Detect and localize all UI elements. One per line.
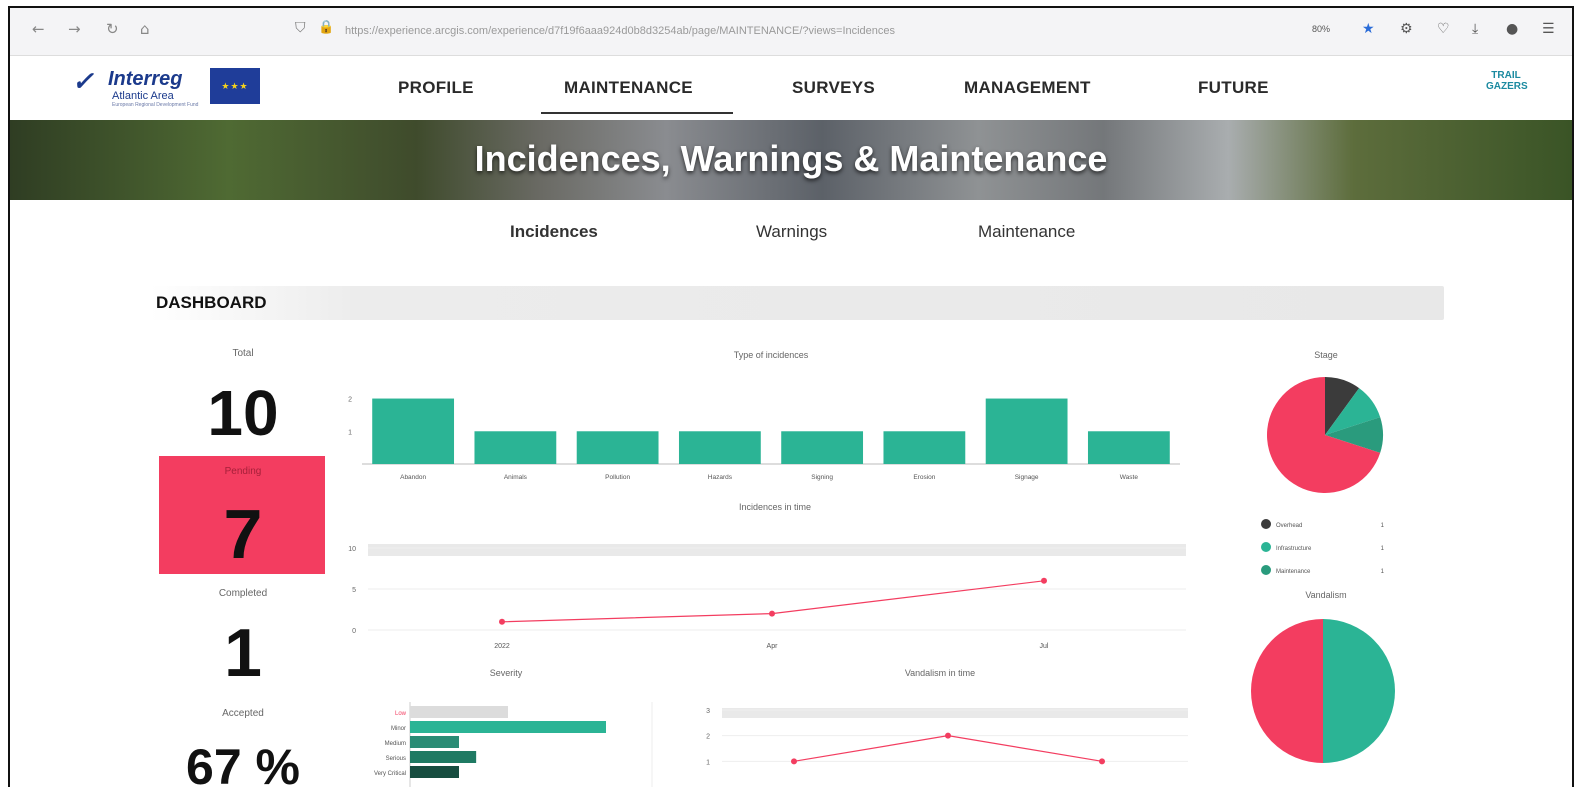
- line-chart-title: Incidences in time: [739, 502, 811, 512]
- bar-7: [1087, 431, 1170, 464]
- category-label: Low: [395, 711, 407, 717]
- vandalism-pie-slice-0: [1323, 619, 1395, 763]
- vandalism-pie-slice-1: [1251, 619, 1323, 763]
- y-tick-label: 1: [348, 429, 352, 436]
- bar-6: [985, 398, 1068, 464]
- legend-label: Maintenance: [1276, 569, 1311, 575]
- x-tick-label: Signing: [811, 474, 833, 481]
- category-label: Serious: [386, 756, 406, 762]
- bar-3: [678, 431, 761, 464]
- severity-bar-0: [410, 706, 508, 718]
- charts-layer: Type of incidences 1 2 Abandon Animals Pollut…: [348, 350, 1395, 787]
- data-point-0: [791, 758, 797, 765]
- x-tick-label: Pollution: [605, 474, 630, 481]
- browser-window: ← → ↻ ⌂ ⛉ 🔒 https://experience.arcgis.co…: [8, 6, 1574, 787]
- vandalism-pie-title: Vandalism: [1305, 590, 1346, 600]
- severity-bar-3: [410, 751, 477, 763]
- y-tick-label: 3: [706, 708, 710, 715]
- stage-pie-title: Stage: [1314, 350, 1338, 360]
- bar-0: [372, 398, 455, 464]
- data-point-1: [769, 610, 775, 617]
- x-tick-label: Jul: [1040, 643, 1049, 650]
- data-point-0: [499, 618, 505, 625]
- x-tick-label: 2022: [494, 643, 510, 650]
- x-tick-label: Animals: [504, 474, 528, 481]
- y-tick-label: 2: [706, 734, 710, 741]
- x-tick-label: Waste: [1120, 474, 1139, 481]
- x-tick-label: Hazards: [708, 474, 733, 481]
- data-point-2: [1041, 577, 1047, 584]
- x-tick-label: Abandon: [400, 474, 426, 481]
- x-tick-label: Signage: [1015, 474, 1039, 481]
- severity-bar-2: [410, 736, 459, 748]
- category-label: Minor: [391, 726, 406, 732]
- legend-swatch-2: [1261, 565, 1271, 575]
- legend-swatch-1: [1261, 542, 1271, 552]
- severity-bar-1: [410, 721, 606, 733]
- bar-chart-title: Type of incidences: [734, 350, 809, 360]
- legend-label: Overhead: [1276, 523, 1302, 529]
- data-point-2: [1099, 758, 1105, 765]
- x-tick-label: Apr: [767, 643, 779, 650]
- vandalism-line-title: Vandalism in time: [905, 668, 975, 678]
- category-label: Very Critical: [374, 771, 406, 777]
- severity-chart-title: Severity: [490, 668, 523, 678]
- line-chart-top-band: [368, 544, 1186, 556]
- bar-4: [781, 431, 864, 464]
- data-point-1: [945, 732, 951, 739]
- y-tick-label: 10: [348, 546, 356, 553]
- category-label: Medium: [385, 741, 406, 747]
- legend-value: 1: [1381, 569, 1385, 575]
- legend-value: 1: [1381, 523, 1385, 529]
- legend-label: Infrastructure: [1276, 546, 1312, 552]
- bar-5: [883, 431, 966, 464]
- y-tick-label: 0: [352, 628, 356, 635]
- y-tick-label: 2: [348, 397, 352, 404]
- y-tick-label: 1: [706, 759, 710, 766]
- line-series: [793, 735, 1103, 762]
- bar-2: [576, 431, 659, 464]
- x-tick-label: Erosion: [913, 474, 935, 481]
- severity-bar-4: [410, 766, 459, 778]
- y-tick-label: 5: [352, 587, 356, 594]
- legend-swatch-0: [1261, 519, 1271, 529]
- legend-value: 1: [1381, 546, 1385, 552]
- bar-1: [474, 431, 557, 464]
